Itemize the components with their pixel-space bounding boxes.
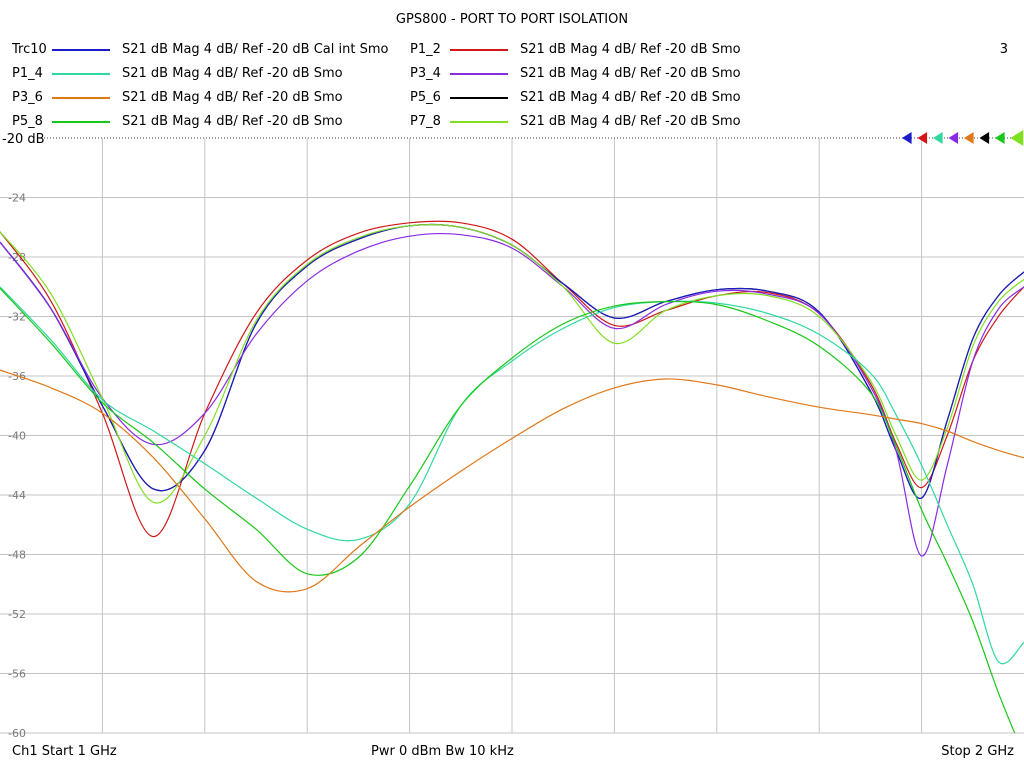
legend-line-swatch: [52, 121, 110, 123]
y-tick-label: -44: [8, 489, 26, 502]
legend-trace-name: P1_4: [12, 66, 43, 81]
y-tick-label: -40: [8, 430, 26, 443]
chart-title: GPS800 - PORT TO PORT ISOLATION: [395, 12, 629, 27]
trace-p3_4: [0, 232, 1024, 557]
y-tick-label: -36: [8, 370, 26, 383]
stop-frequency: Stop 2 GHz: [941, 744, 1014, 759]
legend-trace-name: P3_4: [410, 66, 441, 81]
ref-marker-p3_4: [948, 132, 959, 144]
trace-markers: [902, 130, 1024, 146]
ref-marker-trc10: [902, 132, 912, 144]
y-tick-label: -48: [8, 549, 26, 562]
y-tick-labels: -20 dB -24 -28 -32 -36 -40 -44 -48 -52 -56 -60: [2, 132, 45, 740]
legend-trace-name: P3_6: [12, 90, 43, 105]
y-tick-label: -52: [8, 608, 26, 621]
ref-level-label: -20 dB: [2, 132, 45, 147]
y-tick-label: -56: [8, 668, 26, 681]
legend-trace-description: S21 dB Mag 4 dB/ Ref -20 dB Smo: [520, 42, 741, 57]
trace-p5_6: [0, 223, 1024, 499]
trace-p5_8: [0, 287, 1016, 733]
legend-line-swatch: [450, 97, 508, 99]
legend-trace-description: S21 dB Mag 4 dB/ Ref -20 dB Smo: [520, 90, 741, 105]
legend-line-swatch: [52, 73, 110, 75]
legend-line-swatch: [450, 73, 508, 75]
legend-line-swatch: [52, 49, 110, 51]
legend-trace-description: S21 dB Mag 4 dB/ Ref -20 dB Smo: [122, 114, 343, 129]
legend-trace-name: P1_2: [410, 42, 441, 57]
y-tick-label: -24: [8, 192, 26, 205]
legend-trace-description: S21 dB Mag 4 dB/ Ref -20 dB Cal int Smo: [122, 42, 389, 57]
trace-p1_2: [0, 220, 1024, 538]
legend-trace-name: Trc10: [12, 42, 47, 57]
grid: [0, 137, 1024, 734]
ref-marker-p3_6: [964, 132, 974, 144]
ref-marker-p1_2: [917, 132, 928, 144]
ref-marker-p7_8: [1010, 130, 1024, 146]
channel-number: 3: [999, 42, 1008, 57]
legend-trace-description: S21 dB Mag 4 dB/ Ref -20 dB Smo: [520, 66, 741, 81]
trace-p1_4: [0, 286, 1024, 665]
ref-marker-p1_4: [933, 132, 943, 144]
legend-trace-description: S21 dB Mag 4 dB/ Ref -20 dB Smo: [122, 66, 343, 81]
legend-trace-name: P5_8: [12, 114, 43, 129]
legend-trace-description: S21 dB Mag 4 dB/ Ref -20 dB Smo: [122, 90, 343, 105]
y-tick-label: -28: [8, 251, 26, 264]
y-tick-label: -60: [8, 727, 26, 740]
legend-trace-name: P7_8: [410, 114, 441, 129]
legend-line-swatch: [450, 121, 508, 123]
power-bandwidth: Pwr 0 dBm Bw 10 kHz: [371, 744, 514, 759]
trace-trc10: [0, 223, 1024, 499]
ref-marker-p5_6: [979, 132, 990, 144]
legend-line-swatch: [52, 97, 110, 99]
trace-p7_8: [0, 224, 1024, 504]
legend-trace-description: S21 dB Mag 4 dB/ Ref -20 dB Smo: [520, 114, 741, 129]
start-frequency: Ch1 Start 1 GHz: [12, 744, 117, 759]
legend-trace-name: P5_6: [410, 90, 441, 105]
ref-marker-p5_8: [995, 132, 1005, 144]
traces: [0, 220, 1024, 733]
legend-line-swatch: [450, 49, 508, 51]
y-tick-label: -32: [8, 311, 26, 324]
trace-p3_6: [0, 369, 1024, 593]
